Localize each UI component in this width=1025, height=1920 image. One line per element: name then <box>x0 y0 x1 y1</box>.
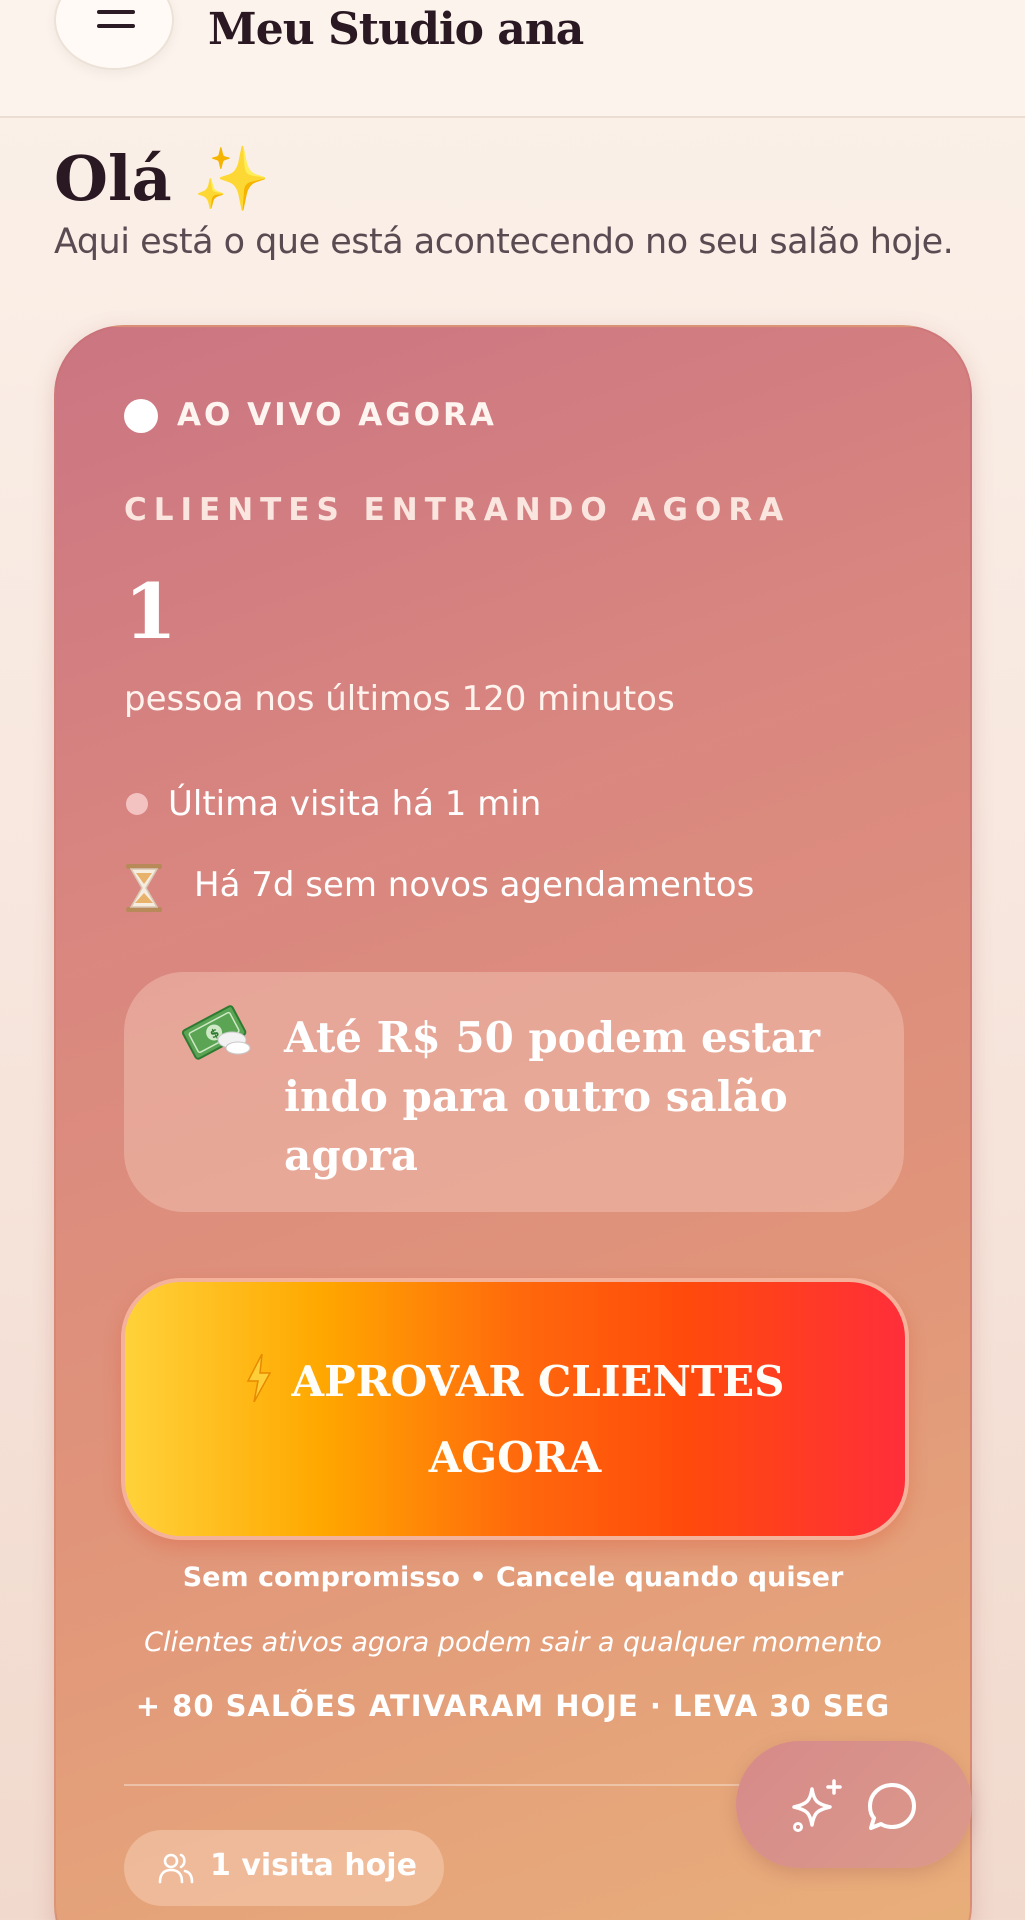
section-label: CLIENTES ENTRANDO AGORA <box>124 492 791 528</box>
lightning-bolt-icon <box>246 1354 271 1402</box>
loss-message: Até R$ 50 podem estar indo para outro sa… <box>284 1013 821 1180</box>
terms-text: Sem compromisso • Cancele quando quiser <box>182 1562 844 1593</box>
loss-warning-box: $ Até R$ 50 podem estar indo para outro … <box>124 972 904 1212</box>
app-title: Meu Studio ana <box>208 4 584 55</box>
hamburger-menu-icon <box>97 10 135 14</box>
chat-bubble-icon <box>868 1783 916 1830</box>
approve-clients-label: APROVAR CLIENTES AGORA <box>125 1344 905 1496</box>
hamburger-menu-icon-bar <box>97 24 135 28</box>
social-proof-text: + 80 SALÕES ATIVARAM HOJE · LEVA 30 SEG <box>135 1689 891 1723</box>
live-label: AO VIVO AGORA <box>177 397 497 433</box>
greeting-title: Olá ✨ <box>54 142 271 215</box>
money-with-wings-icon: $ <box>181 1005 251 1060</box>
client-count: 1 <box>124 567 177 656</box>
last-visit-text: Última visita há 1 min <box>168 784 542 824</box>
approve-clients-button[interactable]: APROVAR CLIENTES AGORA <box>121 1278 909 1540</box>
top-bar: Meu Studio ana <box>0 0 1025 118</box>
no-bookings-text: Há 7d sem novos agendamentos <box>194 865 755 905</box>
live-indicator-dot <box>124 399 158 433</box>
last-visit-dot <box>126 793 148 815</box>
people-icon <box>158 1853 194 1884</box>
urgency-warning: Clientes ativos agora podem sair a qualq… <box>144 1627 882 1658</box>
cta-line-1: APROVAR CLIENTES <box>291 1357 785 1406</box>
visits-today-text: 1 visita hoje <box>210 1848 417 1883</box>
cta-line-2: AGORA <box>428 1433 602 1482</box>
sparkle-icon <box>792 1779 842 1832</box>
live-clients-card: AO VIVO AGORA CLIENTES ENTRANDO AGORA 1 … <box>54 325 972 1920</box>
greeting-subtitle: Aqui está o que está acontecendo no seu … <box>54 222 954 262</box>
menu-button[interactable] <box>54 0 174 70</box>
hourglass-icon <box>126 864 162 912</box>
visits-today-badge: 1 visita hoje <box>124 1830 444 1906</box>
count-description: pessoa nos últimos 120 minutos <box>124 679 675 719</box>
assistant-chat-button[interactable] <box>736 1741 972 1868</box>
